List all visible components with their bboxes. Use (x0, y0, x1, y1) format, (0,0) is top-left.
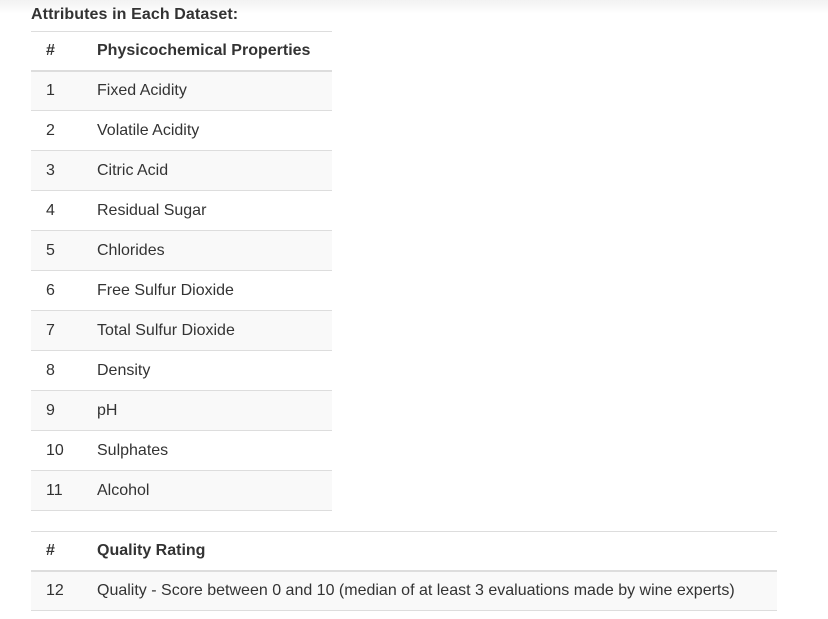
row-number: 5 (31, 230, 97, 271)
row-property: Fixed Acidity (97, 70, 332, 111)
table-row: 5 Chlorides (31, 230, 332, 271)
row-property: Density (97, 350, 332, 391)
table-row: 9 pH (31, 390, 332, 431)
row-number: 2 (31, 110, 97, 151)
column-header-quality: Quality Rating (97, 531, 777, 572)
row-number: 4 (31, 190, 97, 231)
row-number: 10 (31, 430, 97, 471)
table-row: 1 Fixed Acidity (31, 70, 332, 111)
row-number: 11 (31, 470, 97, 511)
table-header-row: # Quality Rating (31, 531, 777, 572)
row-property: Total Sulfur Dioxide (97, 310, 332, 351)
table-header-row: # Physicochemical Properties (31, 31, 332, 72)
row-property: Volatile Acidity (97, 110, 332, 151)
attributes-table: # Physicochemical Properties 1 Fixed Aci… (31, 31, 332, 511)
table-row: 10 Sulphates (31, 430, 332, 471)
table-row: 6 Free Sulfur Dioxide (31, 270, 332, 311)
row-property: Residual Sugar (97, 190, 332, 231)
row-property: Chlorides (97, 230, 332, 271)
column-header-property: Physicochemical Properties (97, 31, 332, 72)
table-row: 2 Volatile Acidity (31, 110, 332, 151)
row-property: Alcohol (97, 470, 332, 511)
table-row: 7 Total Sulfur Dioxide (31, 310, 332, 351)
quality-table: # Quality Rating 12 Quality - Score betw… (31, 531, 777, 611)
row-property: Sulphates (97, 430, 332, 471)
row-property: pH (97, 390, 332, 431)
row-number: 7 (31, 310, 97, 351)
table-row: 4 Residual Sugar (31, 190, 332, 231)
column-header-number: # (31, 531, 97, 572)
section-heading: Attributes in Each Dataset: (31, 6, 239, 23)
row-number: 1 (31, 70, 97, 111)
row-number: 3 (31, 150, 97, 191)
row-number: 12 (31, 570, 97, 611)
table-row: 11 Alcohol (31, 470, 332, 511)
table-row: 3 Citric Acid (31, 150, 332, 191)
row-number: 6 (31, 270, 97, 311)
row-number: 9 (31, 390, 97, 431)
row-property: Free Sulfur Dioxide (97, 270, 332, 311)
table-row: 8 Density (31, 350, 332, 391)
column-header-number: # (31, 31, 97, 72)
row-number: 8 (31, 350, 97, 391)
row-quality-description: Quality - Score between 0 and 10 (median… (97, 570, 777, 611)
row-property: Citric Acid (97, 150, 332, 191)
table-row: 12 Quality - Score between 0 and 10 (med… (31, 570, 777, 611)
